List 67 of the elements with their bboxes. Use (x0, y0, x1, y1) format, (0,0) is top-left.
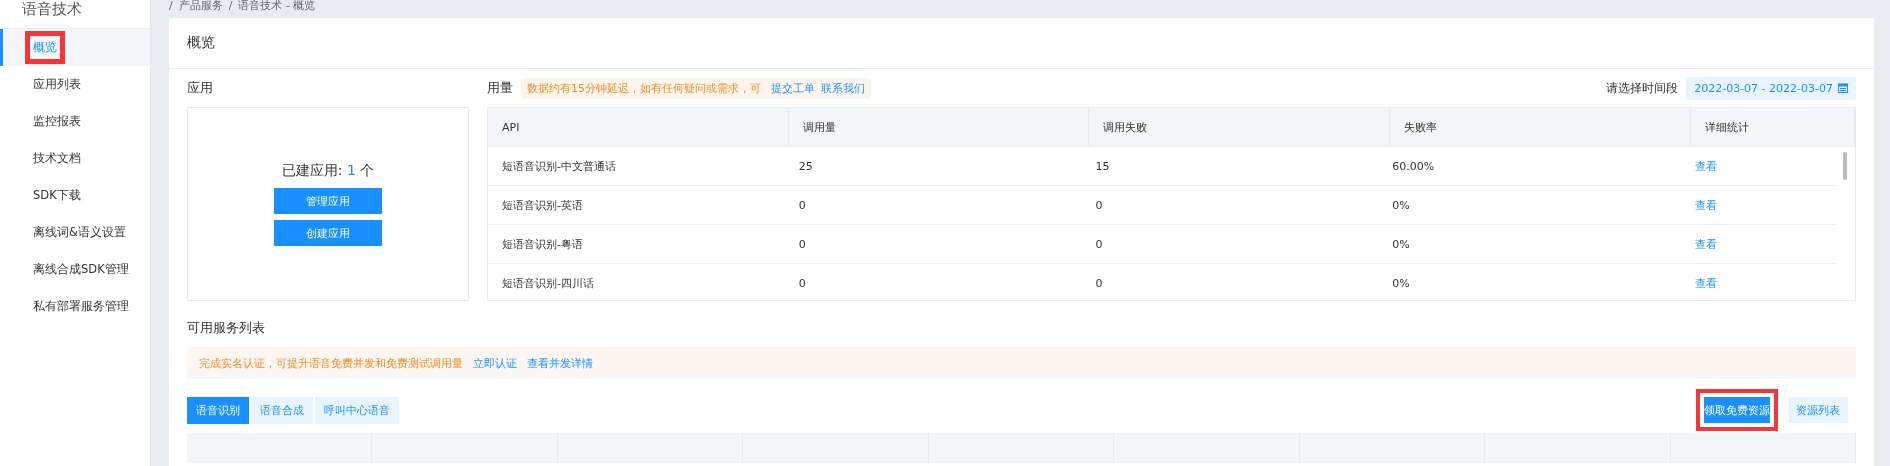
sidebar-item-label: 应用列表 (32, 76, 82, 93)
sidebar-item-label: 监控报表 (32, 113, 82, 130)
notice-link[interactable]: 查看并发详情 (527, 355, 593, 371)
calendar-icon (1838, 83, 1848, 93)
view-link[interactable]: 查看 (1695, 275, 1718, 291)
date-label: 请选择时间段 (1606, 80, 1679, 96)
sidebar-item-label: 技术文档 (32, 150, 82, 167)
sidebar-item[interactable]: SDK下载 (0, 177, 150, 214)
table-cell-text: 短语音识别-英语 (501, 197, 584, 214)
sidebar-item-label: 概览 (25, 31, 65, 64)
view-link[interactable]: 查看 (1695, 158, 1718, 174)
column-header: API (488, 108, 789, 146)
breadcrumb-separator: / (228, 0, 233, 12)
sidebar-item[interactable]: 监控报表 (0, 103, 150, 140)
sidebar-item[interactable]: 概览 (0, 29, 150, 66)
section-title: 可用服务列表 (187, 319, 266, 337)
sidebar-item[interactable]: 离线合成SDK管理 (0, 251, 150, 288)
column-header: 调用量 (788, 108, 1090, 146)
view-link[interactable]: 查看 (1695, 236, 1718, 252)
table-cell-text: 0% (1391, 236, 1411, 253)
column-header: 详细统计 (1690, 108, 1855, 146)
page-title: 概览 (187, 34, 215, 52)
sidebar-item-label: 离线合成SDK管理 (32, 261, 130, 278)
table-cell-text: 0 (1094, 236, 1104, 253)
table-cell-text: 60.00% (1391, 158, 1436, 175)
section-title: 用量 (487, 79, 513, 97)
table-cell-text: 0 (1094, 275, 1104, 292)
table-cell-text: 0% (1391, 197, 1411, 214)
sidebar-item[interactable]: 技术文档 (0, 140, 150, 177)
table-cell-text: 0 (1094, 197, 1104, 214)
scrollbar-thumb[interactable] (1843, 152, 1847, 180)
app-button[interactable]: 创建应用 (274, 220, 382, 246)
table-cell-text: 0 (797, 236, 807, 253)
sidebar-item[interactable]: 应用列表 (0, 66, 150, 103)
service-tab[interactable]: 语音合成 (251, 396, 313, 424)
sidebar-item-label: 私有部署服务管理 (32, 298, 130, 315)
breadcrumb-separator: / (169, 0, 173, 12)
resource-button[interactable]: 资源列表 (1788, 397, 1848, 423)
notice-link[interactable]: 联系我们 (820, 81, 865, 95)
sidebar-item[interactable]: 离线词&语义设置 (0, 214, 150, 251)
column-header: 调用失败 (1089, 108, 1391, 146)
app-button[interactable]: 管理应用 (274, 188, 382, 214)
view-link[interactable]: 查看 (1695, 197, 1718, 213)
table-cell-text: 15 (1094, 158, 1111, 175)
table-cell-text: 0 (797, 275, 807, 292)
breadcrumb-item[interactable]: 产品服务 (178, 0, 223, 12)
sidebar-item[interactable]: 私有部署服务管理 (0, 288, 150, 325)
table-cell-text: 短语音识别-粤语 (501, 236, 584, 253)
notice-link[interactable]: 立即认证 (473, 355, 517, 371)
table-cell-text: 短语音识别-四川话 (501, 275, 595, 292)
app-count: 已建应用: 1 个 (281, 162, 375, 180)
sidebar-item-label: SDK下载 (32, 187, 82, 204)
service-tab[interactable]: 呼叫中心语音 (315, 396, 399, 424)
table-cell-text: 0% (1391, 275, 1411, 292)
service-tab[interactable]: 语音识别 (187, 396, 249, 424)
column-header: 失败率 (1390, 108, 1691, 146)
date-range-picker[interactable]: 2022-03-07 - 2022-03-07 (1686, 76, 1856, 100)
notice-text: 完成实名认证，可提升语音免费并发和免费测试调用量 (199, 355, 463, 371)
table-cell-text: 短语音识别-中文普通话 (501, 158, 617, 175)
section-title: 应用 (187, 79, 214, 97)
delay-notice: 数据约有15分钟延迟，如有任何疑问或需求，可 提交工单 联系我们 (521, 77, 871, 99)
breadcrumb-item[interactable]: 语音技术 - 概览 (238, 0, 316, 12)
table-cell-text: 0 (797, 197, 807, 214)
resource-button[interactable]: 领取免费资源 (1696, 389, 1778, 431)
table-cell-text: 25 (797, 158, 814, 175)
sidebar-item-label: 离线词&语义设置 (32, 224, 127, 241)
notice-link[interactable]: 提交工单 (770, 81, 815, 95)
